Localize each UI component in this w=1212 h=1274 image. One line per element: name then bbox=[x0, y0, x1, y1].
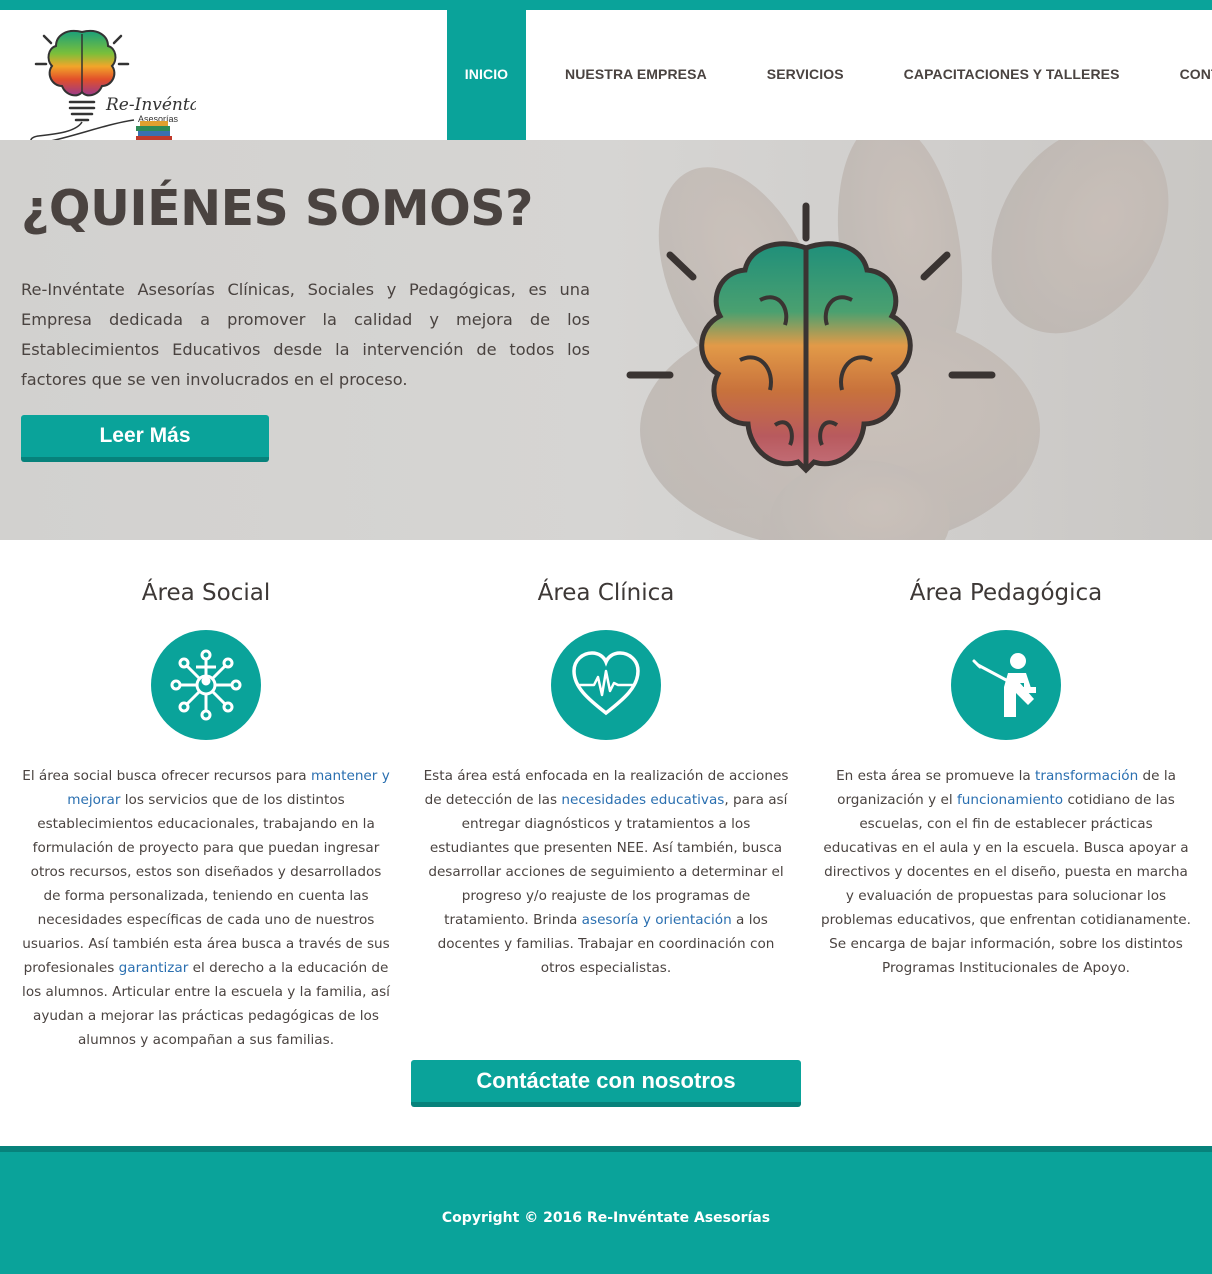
areas-section: Área Social El área social busca ofrecer… bbox=[0, 540, 1212, 1050]
area-description: En esta área se promueve la transformaci… bbox=[821, 768, 1191, 976]
site-header: Re-Invéntate Asesorías INICIO NUESTRA EM… bbox=[0, 10, 1212, 150]
top-accent-strip bbox=[0, 0, 1212, 10]
nav-item-contacto[interactable]: CONTACTO bbox=[1180, 10, 1212, 140]
hero-title: ¿QUIÉNES SOMOS? bbox=[21, 180, 533, 237]
area-icon-circle bbox=[151, 630, 261, 740]
main-nav: INICIO NUESTRA EMPRESA SERVICIOS CAPACIT… bbox=[447, 10, 1212, 150]
area-clinica: Área Clínica Esta área está enfocada en … bbox=[421, 540, 791, 980]
area-icon-circle bbox=[951, 630, 1061, 740]
link-asesoria-y-orientacion[interactable]: asesoría y orientación bbox=[582, 912, 732, 928]
link-transformacion[interactable]: transformación bbox=[1035, 768, 1138, 784]
nav-item-capacitaciones-y-talleres[interactable]: CAPACITACIONES Y TALLERES bbox=[904, 10, 1120, 140]
leer-mas-button[interactable]: Leer Más bbox=[21, 415, 269, 462]
area-description: El área social busca ofrecer recursos pa… bbox=[22, 768, 390, 1048]
link-necesidades-educativas[interactable]: necesidades educativas bbox=[561, 792, 724, 808]
heart-pulse-icon bbox=[572, 651, 640, 716]
area-title: Área Clínica bbox=[537, 580, 675, 606]
teacher-icon bbox=[972, 653, 1036, 717]
logo-title: Re-Invéntate bbox=[105, 95, 196, 115]
nav-item-nuestra-empresa[interactable]: NUESTRA EMPRESA bbox=[565, 10, 707, 140]
site-logo[interactable]: Re-Invéntate Asesorías bbox=[26, 24, 217, 146]
site-footer: Copyright © 2016 Re-Invéntate Asesorías bbox=[0, 1146, 1212, 1274]
area-pedagogica: Área Pedagógica En esta área se promueve… bbox=[821, 540, 1191, 980]
hand-brain-illustration bbox=[626, 140, 1169, 540]
contact-button[interactable]: Contáctate con nosotros bbox=[411, 1060, 801, 1107]
area-description: Esta área está enfocada en la realizació… bbox=[423, 768, 789, 976]
hero-description: Re-Invéntate Asesorías Clínicas, Sociale… bbox=[21, 280, 590, 389]
copyright-text: Copyright © 2016 Re-Invéntate Asesorías bbox=[441, 1210, 771, 1226]
nav-item-inicio[interactable]: INICIO bbox=[447, 10, 526, 150]
link-funcionamiento[interactable]: funcionamiento bbox=[957, 792, 1063, 808]
hero-banner: ¿QUIÉNES SOMOS? Re-Invéntate Asesorías C… bbox=[0, 140, 1212, 540]
area-title: Área Pedagógica bbox=[909, 580, 1103, 606]
area-social: Área Social El área social busca ofrecer… bbox=[21, 540, 391, 1052]
area-title: Área Social bbox=[141, 580, 271, 606]
link-garantizar[interactable]: garantizar bbox=[119, 960, 189, 976]
network-icon bbox=[170, 649, 242, 721]
nav-item-servicios[interactable]: SERVICIOS bbox=[767, 10, 844, 140]
area-icon-circle bbox=[551, 630, 661, 740]
